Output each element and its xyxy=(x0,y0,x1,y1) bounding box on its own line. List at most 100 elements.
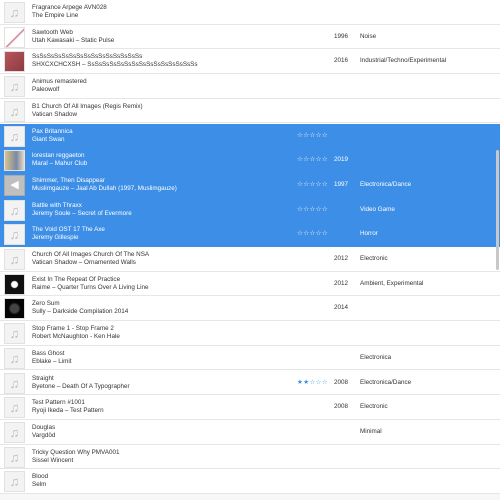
rating-stars[interactable]: ☆☆☆☆☆ xyxy=(297,181,328,189)
track-artist-album: Vatican Shadow – Ornamented Walls xyxy=(32,259,136,266)
track-title: Bass Ghost xyxy=(32,349,65,357)
track-row[interactable]: Exist In The Repeat Of Practice Raime – Q… xyxy=(0,272,500,297)
rating-stars[interactable]: ☆☆☆☆☆ xyxy=(297,206,328,214)
track-title: Pax Britannica xyxy=(32,127,73,135)
album-art xyxy=(4,150,25,172)
note-icon: ♫ xyxy=(4,76,25,98)
note-icon: ♫ xyxy=(4,421,25,443)
track-row[interactable]: ♫ Battle with Thraxx Jeremy Soule – Secret… xyxy=(0,197,500,223)
track-genre: Industrial/Techno/Experimental xyxy=(360,57,447,65)
track-row[interactable]: ♫ Stop Frame 1 - Stop Frame 2 Robert McNau… xyxy=(0,321,500,346)
track-artist-album: Byetone – Death Of A Typographer xyxy=(32,382,130,390)
track-title: Shimmer, Then Disappear xyxy=(32,176,106,184)
track-year: 1996 xyxy=(334,32,349,40)
track-artist-album: Eblake – Limit xyxy=(32,357,72,365)
track-artist-album: The Empire Line xyxy=(32,12,79,19)
track-row[interactable]: ♫ Bass Ghost Eblake – Limit Electronica xyxy=(0,346,500,371)
track-row[interactable]: SsSsSsSsSsSsSsSsSsSsSsSsSsSsSs SHXCXCHCXS… xyxy=(0,49,500,75)
track-row[interactable]: Sawtooth Web Utah Kawasaki – Static Pulse… xyxy=(0,25,500,50)
track-year: 2012 xyxy=(334,255,349,262)
track-title: Fragrance Arpege AVN028 xyxy=(32,4,107,11)
track-title: Stop Frame 1 - Stop Frame 2 xyxy=(32,325,114,333)
album-art xyxy=(4,26,25,48)
album-art xyxy=(4,298,25,320)
track-title: SsSsSsSsSsSsSsSsSsSsSsSsSsSsSs xyxy=(32,53,143,61)
track-artist-album: Jeremy Soule – Secret of Evermore xyxy=(32,209,132,217)
track-row[interactable]: ♫ The Void OST 17 The Axe Jeremy Gillespie… xyxy=(0,222,500,247)
track-genre: Minimal xyxy=(360,427,382,435)
track-title: Zero Sum xyxy=(32,300,60,308)
track-title: Exist In The Repeat Of Practice xyxy=(32,275,121,283)
track-artist-album: Robert McNaughton - Ken Hale xyxy=(32,333,120,341)
track-row[interactable]: Zero Sum Sully – Darkside Compilation 201… xyxy=(0,296,500,322)
track-artist-album: Jeremy Gillespie xyxy=(32,234,79,242)
track-genre: Electronic xyxy=(360,255,388,262)
track-row[interactable]: ♫ Fragrance Arpege AVN028 The Empire Line xyxy=(0,0,500,25)
track-year: 2019 xyxy=(334,156,349,164)
track-genre: Ambient, Experimental xyxy=(360,279,424,287)
track-artist-album: Utah Kawasaki – Static Pulse xyxy=(32,36,115,44)
track-title: Church Of All Images Church Of The NSA xyxy=(32,251,150,258)
track-row[interactable]: ♫ Animus remastered Paleowolf xyxy=(0,74,500,99)
track-artist-album: Vargdöd xyxy=(32,431,56,439)
track-artist-album: Sully – Darkside Compilation 2014 xyxy=(32,308,129,316)
track-year: 2012 xyxy=(334,279,349,287)
note-icon: ♫ xyxy=(4,323,25,345)
rating-stars[interactable]: ☆☆☆☆☆ xyxy=(297,132,328,140)
track-genre: Horror xyxy=(360,230,378,238)
album-art xyxy=(4,273,25,295)
track-row[interactable]: ♫ Douglas Vargdöd Minimal xyxy=(0,420,500,445)
track-artist-album: Raime – Quarter Turns Over A Living Line xyxy=(32,283,149,291)
scrollbar-thumb[interactable] xyxy=(496,150,499,270)
note-icon: ♫ xyxy=(4,199,25,221)
track-row[interactable]: ♫ Blood Selm xyxy=(0,469,500,494)
rating-stars[interactable]: ☆☆☆☆☆ xyxy=(297,156,328,164)
note-icon: ♫ xyxy=(4,471,25,493)
track-genre: Video Game xyxy=(360,205,395,213)
track-artist-album: Sissel Wincent xyxy=(32,456,74,464)
status-bar xyxy=(0,494,500,500)
note-icon: ♫ xyxy=(4,397,25,419)
track-title: lorestan reggaeton xyxy=(32,152,85,160)
track-title: The Void OST 17 The Axe xyxy=(32,226,105,234)
track-artist-album: SHXCXCHCXSH – SsSsSsSsSsSsSsSsSsSsSsSsSs… xyxy=(32,61,198,69)
track-row[interactable]: ♫ Straight Byetone – Death Of A Typographe… xyxy=(0,371,500,396)
track-year: 2014 xyxy=(334,304,349,312)
track-row[interactable]: ♫ Church Of All Images Church Of The NSA V… xyxy=(0,247,500,272)
track-row[interactable]: ♫ Pax Britannica Giant Swan ☆☆☆☆☆ xyxy=(0,123,500,149)
track-artist-album: Maral – Mahur Club xyxy=(32,160,88,168)
track-title: Animus remastered xyxy=(32,78,87,86)
track-year: 2016 xyxy=(334,57,349,65)
track-title: Battle with Thraxx xyxy=(32,201,82,209)
track-genre: Electronica/Dance xyxy=(360,180,412,188)
track-list[interactable]: ♫ Fragrance Arpege AVN028 The Empire Line S… xyxy=(0,0,500,500)
track-title: Test Pattern #1001 xyxy=(32,399,85,407)
track-genre: Electronica/Dance xyxy=(360,378,412,386)
track-row[interactable]: ♫ Tricky Question Why PMVA001 Sissel Wince… xyxy=(0,445,500,470)
note-icon: ♫ xyxy=(4,347,25,369)
track-title: B1 Church Of All Images (Regis Remix) xyxy=(32,102,143,110)
note-icon: ♫ xyxy=(4,224,25,246)
track-artist-album: Vatican Shadow xyxy=(32,110,78,118)
rating-stars[interactable]: ★★☆☆☆ xyxy=(297,379,328,387)
album-art xyxy=(4,51,25,73)
track-row[interactable]: ♫ B1 Church Of All Images (Regis Remix) Va… xyxy=(0,99,500,124)
track-row[interactable]: ♫ Test Pattern #1001 Ryoji Ikeda – Test Pa… xyxy=(0,395,500,420)
track-year: 1997 xyxy=(334,180,349,188)
note-icon: ♫ xyxy=(4,2,25,23)
track-row[interactable]: ◀ Shimmer, Then Disappear Muslimgauze – Ja… xyxy=(0,172,500,198)
track-title: Tricky Question Why PMVA001 xyxy=(32,448,120,456)
track-row[interactable]: lorestan reggaeton Maral – Mahur Club ☆☆☆☆… xyxy=(0,148,500,173)
track-title: Douglas xyxy=(32,423,56,431)
track-artist-album: Ryoji Ikeda – Test Pattern xyxy=(32,407,104,415)
note-icon: ♫ xyxy=(4,125,25,147)
track-genre: Electronic xyxy=(360,403,388,411)
rating-stars[interactable]: ☆☆☆☆☆ xyxy=(297,230,328,238)
track-artist-album: Selm xyxy=(32,481,47,489)
track-artist-album: Muslimgauze – Jaal Ab Dullah (1997, Musl… xyxy=(32,184,177,192)
track-year: 2008 xyxy=(334,403,349,411)
track-genre: Electronica xyxy=(360,353,392,361)
note-icon: ♫ xyxy=(4,372,25,394)
track-year: 2008 xyxy=(334,378,349,386)
note-icon: ♫ xyxy=(4,100,25,122)
